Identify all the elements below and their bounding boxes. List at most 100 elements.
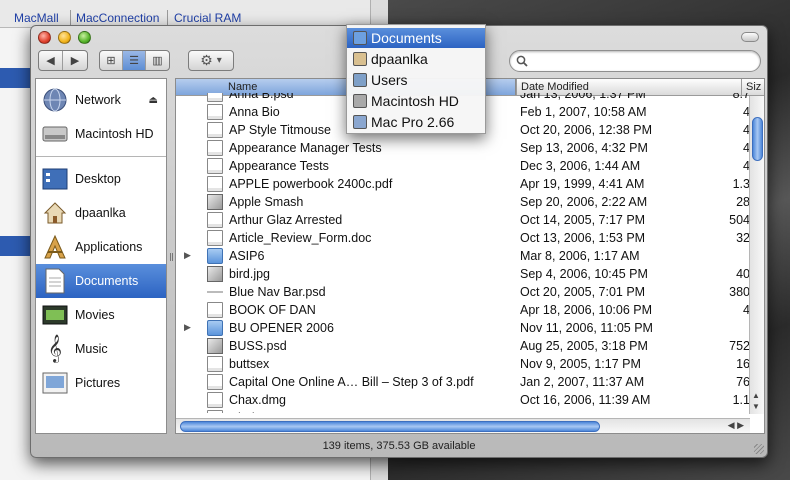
sidebar-item-movies[interactable]: Movies: [36, 298, 166, 332]
splitter-grip-icon: [170, 253, 173, 261]
sidebar-item-applications[interactable]: Applications: [36, 230, 166, 264]
file-size: 1.3: [732, 177, 750, 191]
bookmark-link[interactable]: MacConnection: [76, 11, 159, 25]
file-icon: [207, 158, 223, 174]
eject-icon[interactable]: ⏏: [149, 95, 158, 106]
file-icon: [207, 302, 223, 318]
chevron-down-icon: ▾: [216, 55, 222, 66]
folder-icon: [353, 31, 367, 45]
bookmark-link[interactable]: Crucial RAM: [174, 11, 241, 25]
file-date-modified: Nov 9, 2005, 1:17 PM: [520, 357, 641, 371]
search-input[interactable]: [530, 54, 752, 68]
path-menu-item[interactable]: Documents: [347, 28, 485, 48]
back-button[interactable]: ◀: [39, 51, 63, 70]
path-menu-item[interactable]: Macintosh HD: [347, 91, 485, 111]
file-name: Capital One Online A… Bill – Step 3 of 3…: [229, 375, 474, 389]
table-row[interactable]: Blue Nav Bar.psd Oct 20, 2005, 7:01 PM 380: [176, 283, 750, 301]
table-row[interactable]: ▶ BU OPENER 2006 Nov 11, 2006, 11:05 PM: [176, 319, 750, 337]
file-name: Anna Bio: [229, 105, 280, 119]
finder-sidebar: Network ⏏ Macintosh HD Desktop dpaanlka: [35, 78, 167, 434]
table-row[interactable]: Arthur Glaz Arrested Oct 14, 2005, 7:17 P…: [176, 211, 750, 229]
folder-icon: [207, 320, 223, 336]
table-row[interactable]: Appearance Manager Tests Sep 13, 2006, 4:…: [176, 139, 750, 157]
file-size: 8.7: [732, 93, 750, 101]
file-icon: [207, 194, 223, 210]
path-menu-item-label: Users: [371, 72, 408, 88]
table-row[interactable]: Apple Smash Sep 20, 2006, 2:22 AM 28: [176, 193, 750, 211]
disclosure-triangle-icon[interactable]: ▶: [184, 322, 191, 333]
file-date-modified: Sep 13, 2006, 4:32 PM: [520, 141, 648, 155]
table-row[interactable]: Chax.dmg Oct 16, 2006, 11:39 AM 1.1: [176, 391, 750, 409]
file-name: bird.jpg: [229, 267, 270, 281]
music-icon: 𝄞: [47, 335, 63, 362]
sidebar-item-label: Pictures: [75, 376, 121, 390]
table-row[interactable]: Appearance Tests Dec 3, 2006, 1:44 AM 4: [176, 157, 750, 175]
table-row[interactable]: Chokwa Tour... Dec 28, 2005, 2:17 PM: [176, 409, 750, 413]
table-row[interactable]: BUSS.psd Aug 25, 2005, 3:18 PM 752: [176, 337, 750, 355]
list-view-button[interactable]: ☰: [123, 51, 146, 70]
resize-grip-icon[interactable]: [754, 444, 764, 454]
sidebar-item-pictures[interactable]: Pictures: [36, 366, 166, 400]
search-field[interactable]: [509, 50, 761, 72]
path-menu-item-label: Documents: [371, 30, 442, 46]
sidebar-item-desktop[interactable]: Desktop: [36, 162, 166, 196]
home-icon: [353, 52, 367, 66]
file-date-modified: Mar 8, 2006, 1:17 AM: [520, 249, 640, 263]
home-icon: [41, 199, 69, 227]
toolbar-toggle-button[interactable]: [741, 32, 759, 42]
file-icon: [207, 230, 223, 246]
column-header-name[interactable]: Name: [228, 81, 257, 93]
disclosure-triangle-icon[interactable]: ▶: [184, 250, 191, 261]
action-menu-button[interactable]: ⚙ ▾: [188, 50, 234, 71]
sidebar-item-music[interactable]: 𝄞 Music: [36, 332, 166, 366]
sidebar-item-label: Desktop: [75, 172, 121, 186]
file-date-modified: Jan 13, 2006, 1:37 PM: [520, 93, 646, 101]
sidebar-item-network[interactable]: Network ⏏: [36, 83, 166, 117]
file-icon: [207, 374, 223, 390]
zoom-button[interactable]: [78, 31, 91, 44]
scroll-up-arrow-icon[interactable]: ▲: [752, 391, 760, 400]
path-menu-item[interactable]: Mac Pro 2.66: [347, 112, 485, 132]
bookmark-separator: [70, 10, 71, 26]
column-view-button[interactable]: ▥: [146, 51, 169, 70]
folder-icon: [207, 248, 223, 264]
file-name: APPLE powerbook 2400c.pdf: [229, 177, 393, 191]
file-icon: [207, 122, 223, 138]
close-button[interactable]: [38, 31, 51, 44]
horizontal-scroll-arrows-icon[interactable]: ◀ ▶: [728, 420, 744, 431]
file-icon: [207, 338, 223, 354]
back-forward-control: ◀ ▶: [38, 50, 88, 71]
sidebar-item-dpaanlka[interactable]: dpaanlka: [36, 196, 166, 230]
horizontal-scroll-thumb[interactable]: [180, 421, 600, 432]
table-row[interactable]: APPLE powerbook 2400c.pdf Apr 19, 1999, 4…: [176, 175, 750, 193]
file-name: Anna B.psd: [229, 93, 294, 101]
icon-view-button[interactable]: ⊞: [100, 51, 123, 70]
table-row[interactable]: BOOK OF DAN Apr 18, 2006, 10:06 PM 4: [176, 301, 750, 319]
forward-button[interactable]: ▶: [63, 51, 87, 70]
vertical-scrollbar[interactable]: ▲ ▼: [749, 96, 764, 414]
file-name: AP Style Titmouse: [229, 123, 331, 137]
file-name: Arthur Glaz Arrested: [229, 213, 343, 227]
file-date-modified: Oct 20, 2005, 7:01 PM: [520, 285, 646, 299]
bookmark-link[interactable]: MacMall: [14, 11, 59, 25]
table-row[interactable]: ▶ ASIP6 Mar 8, 2006, 1:17 AM: [176, 247, 750, 265]
vertical-scroll-thumb[interactable]: [752, 117, 763, 161]
file-icon: [207, 93, 223, 102]
table-row[interactable]: bird.jpg Sep 4, 2006, 10:45 PM 40: [176, 265, 750, 283]
horizontal-scrollbar[interactable]: ◀ ▶: [176, 418, 750, 433]
path-menu-item[interactable]: dpaanlka: [347, 49, 485, 69]
path-menu-item[interactable]: Users: [347, 70, 485, 90]
file-size: 1.1: [732, 393, 750, 407]
desktop-icon: [41, 165, 69, 193]
minimize-button[interactable]: [58, 31, 71, 44]
sidebar-item-documents[interactable]: Documents: [36, 264, 166, 298]
file-icon: [207, 291, 223, 293]
sidebar-item-macintosh-hd[interactable]: Macintosh HD: [36, 117, 166, 151]
column-header-size[interactable]: Siz: [746, 81, 761, 93]
table-row[interactable]: Capital One Online A… Bill – Step 3 of 3…: [176, 373, 750, 391]
file-name: BOOK OF DAN: [229, 303, 316, 317]
column-header-date-modified[interactable]: Date Modified: [521, 81, 589, 93]
scroll-down-arrow-icon[interactable]: ▼: [752, 402, 760, 411]
table-row[interactable]: buttsex Nov 9, 2005, 1:17 PM 16: [176, 355, 750, 373]
table-row[interactable]: Article_Review_Form.doc Oct 13, 2006, 1:5…: [176, 229, 750, 247]
